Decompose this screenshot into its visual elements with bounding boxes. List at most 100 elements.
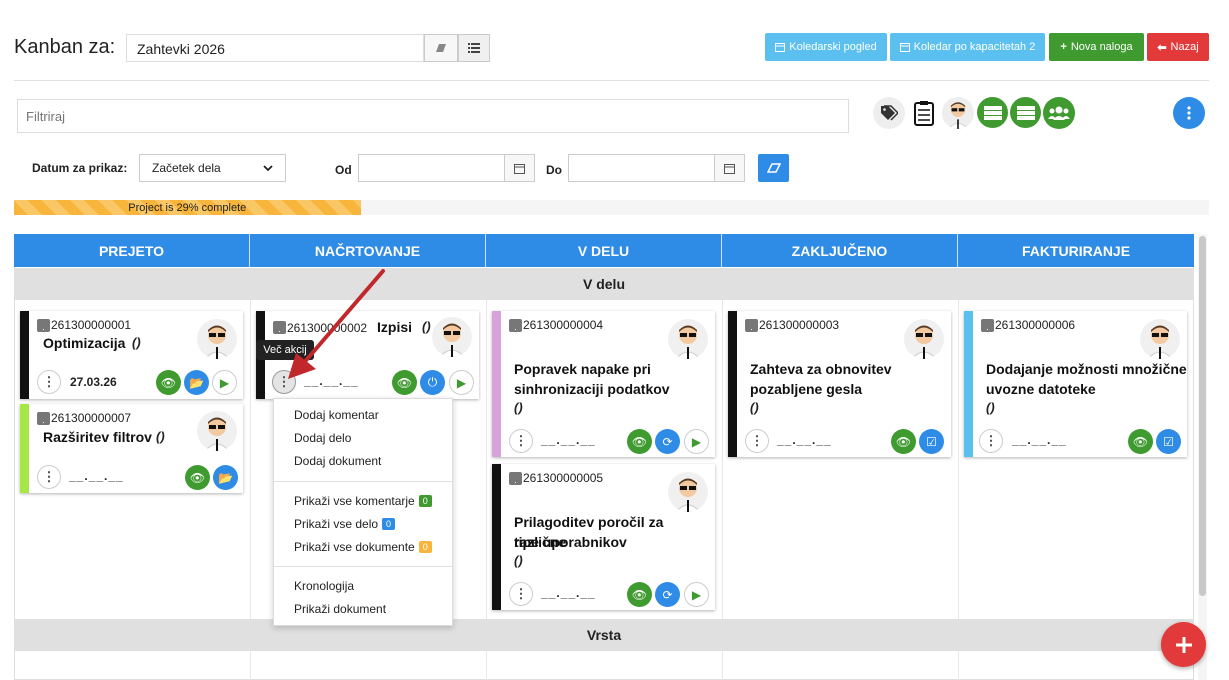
kanban-card[interactable]: . 261300000003 Zahteva za obnovitev poza… (728, 311, 951, 457)
check-button[interactable]: ☑ (1156, 429, 1181, 454)
column-header-prejeto[interactable]: PREJETO (14, 234, 250, 267)
view-button[interactable]: 👁 (392, 370, 417, 395)
kanban-card[interactable]: . 261300000004 Popravek napake pri sinhr… (492, 311, 715, 457)
eye-icon: 👁 (1132, 434, 1149, 449)
calendar-icon (899, 43, 910, 52)
avatar (668, 472, 708, 512)
card-subtitle: () (156, 429, 165, 444)
start-button[interactable]: ▶ (449, 370, 474, 395)
card-menu-button[interactable]: ⋮ (509, 429, 533, 453)
user-avatar-button[interactable] (942, 97, 974, 129)
kanban-card[interactable]: . 261300000006 Dodajanje možnosti množič… (964, 311, 1187, 457)
back-button[interactable]: ⬅ Nazaj (1147, 33, 1209, 61)
card-color-bar (964, 311, 973, 457)
board-list-button[interactable] (458, 34, 490, 62)
card-subtitle: () (422, 319, 431, 334)
from-date-calendar-button[interactable] (504, 154, 535, 182)
capacity-calendar-button[interactable]: Koledar po kapacitetah 2 (890, 33, 1045, 61)
to-date-calendar-button[interactable] (714, 154, 745, 182)
scrollbar-track[interactable] (1198, 234, 1207, 680)
menu-divider (274, 481, 452, 482)
plus-icon: + (1060, 41, 1067, 53)
menu-show-work-label: Prikaži vse delo (294, 517, 379, 531)
vertical-dots-icon (1187, 106, 1191, 120)
arrow-left-icon: ⬅ (1157, 41, 1167, 54)
card-date: __.__.__ (541, 586, 596, 600)
card-menu-button[interactable]: ⋮ (37, 370, 61, 394)
column-header-v-delu[interactable]: V DELU (486, 234, 722, 267)
view-button[interactable]: 👁 (627, 582, 652, 607)
kanban-card[interactable]: . 261300000001 Optimizacija () ⋮ 27.03.2… (20, 311, 243, 399)
comments-count-badge: 0 (418, 495, 432, 507)
card-subtitle: () (986, 400, 995, 415)
date-type-select[interactable]: Začetek dela (139, 154, 286, 182)
column-header-nacrtovanje[interactable]: NAČRTOVANJE (250, 234, 486, 267)
column-header-zakljuceno[interactable]: ZAKLJUČENO (722, 234, 958, 267)
menu-chronology[interactable]: Kronologija (294, 579, 354, 593)
board-view-button-1[interactable] (977, 97, 1008, 128)
floating-add-button[interactable] (1161, 622, 1206, 667)
to-label: Do (546, 163, 562, 177)
view-button[interactable]: 👁 (891, 429, 916, 454)
calendar-view-button[interactable]: Koledarski pogled (765, 33, 887, 61)
kanban-card[interactable]: . 261300000007 Razširitev filtrov () ⋮ _… (20, 404, 243, 493)
card-tag: . (37, 412, 50, 425)
card-menu-button[interactable]: ⋮ (745, 429, 769, 453)
refresh-icon: ⟳ (662, 434, 673, 449)
kanban-card[interactable]: . 261300000005 Prilagoditev poročil za r… (492, 464, 715, 610)
filter-input[interactable] (17, 99, 849, 133)
view-button[interactable]: 👁 (627, 429, 652, 454)
team-button[interactable] (1043, 97, 1075, 129)
menu-add-document[interactable]: Dodaj dokument (294, 454, 381, 468)
menu-show-work[interactable]: Prikaži vse delo 0 (294, 517, 396, 531)
swimlane-header[interactable]: V delu (14, 268, 1194, 300)
view-button[interactable]: 👁 (156, 370, 181, 395)
card-menu-button[interactable]: ⋮ (37, 465, 61, 489)
menu-show-document[interactable]: Prikaži dokument (294, 602, 386, 616)
checklist-button[interactable] (908, 97, 940, 129)
capacity-calendar-label: Koledar po kapacitetah 2 (913, 41, 1036, 53)
card-menu-button[interactable]: ⋮ (979, 429, 1003, 453)
annotation-arrow (288, 269, 385, 379)
card-menu-button[interactable]: ⋮ (509, 582, 533, 606)
menu-show-documents[interactable]: Prikaži vse dokumente 0 (294, 540, 432, 554)
board-clear-button[interactable] (424, 34, 458, 62)
card-code: 261300000006 (995, 318, 1076, 332)
board-view-button-2[interactable] (1010, 97, 1041, 128)
calendar-icon (724, 163, 735, 174)
start-button[interactable]: ▶ (684, 582, 709, 607)
menu-show-comments[interactable]: Prikaži vse komentarje 0 (294, 494, 432, 508)
menu-divider (274, 566, 452, 567)
card-subtitle: () (514, 553, 523, 568)
refresh-button[interactable]: ⟳ (655, 429, 680, 454)
from-date-input[interactable] (358, 154, 505, 182)
start-button[interactable]: ▶ (684, 429, 709, 454)
board-select[interactable]: Zahtevki 2026 (126, 34, 424, 62)
refresh-button[interactable]: ⟳ (655, 582, 680, 607)
user-avatar-icon (204, 325, 230, 359)
open-folder-button[interactable]: 📂 (213, 465, 238, 490)
more-options-button[interactable] (1173, 97, 1205, 129)
folder-open-icon: 📂 (218, 470, 233, 485)
menu-chronology-label: Kronologija (294, 579, 355, 593)
menu-show-document-label: Prikaži dokument (294, 602, 387, 616)
column-header-fakturiranje[interactable]: FAKTURIRANJE (958, 234, 1194, 267)
open-folder-button[interactable]: 📂 (184, 370, 209, 395)
card-title: uvozne datoteke (986, 381, 1096, 397)
view-button[interactable]: 👁 (185, 465, 210, 490)
to-date-input[interactable] (568, 154, 715, 182)
tags-button[interactable] (873, 97, 905, 129)
eye-icon: 👁 (895, 434, 912, 449)
swimlane-header[interactable]: Vrsta (14, 619, 1194, 651)
scrollbar-thumb[interactable] (1199, 236, 1206, 596)
card-date: __.__.__ (541, 433, 596, 447)
view-button[interactable]: 👁 (1128, 429, 1153, 454)
new-task-button[interactable]: + Nova naloga (1049, 33, 1144, 61)
power-button[interactable]: ⏻ (420, 370, 445, 395)
menu-add-comment[interactable]: Dodaj komentar (294, 408, 379, 422)
clear-dates-button[interactable] (758, 154, 789, 182)
start-button[interactable]: ▶ (212, 370, 237, 395)
play-icon: ▶ (219, 375, 230, 390)
menu-add-work[interactable]: Dodaj delo (294, 431, 351, 445)
check-button[interactable]: ☑ (919, 429, 944, 454)
